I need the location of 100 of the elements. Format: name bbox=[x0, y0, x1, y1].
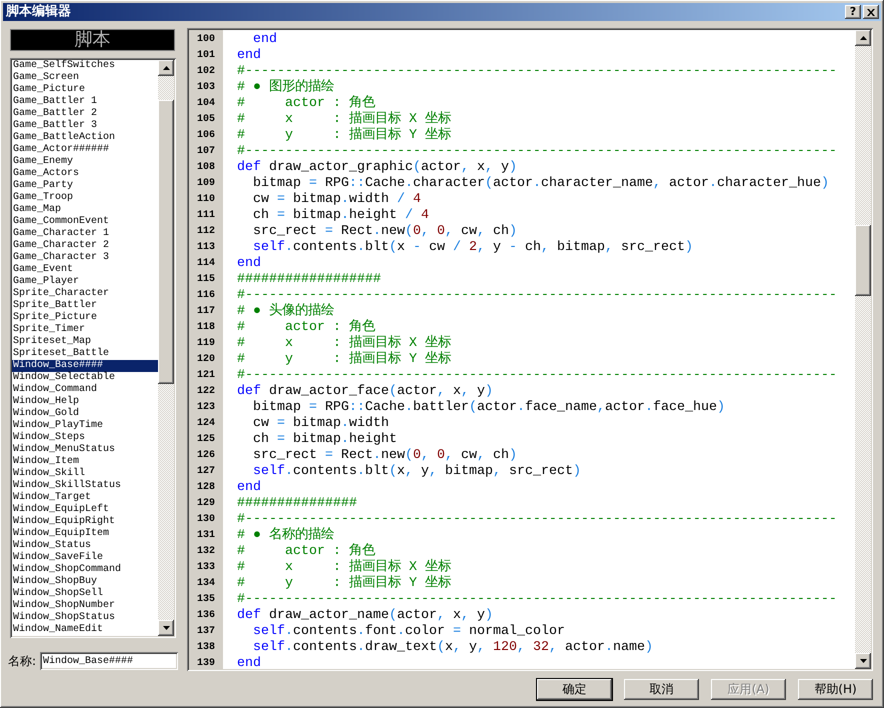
list-item[interactable]: Game_Battler 1 bbox=[12, 96, 158, 108]
list-item[interactable]: Window_SaveFile bbox=[12, 552, 158, 564]
list-item[interactable]: Sprite_Character bbox=[12, 288, 158, 300]
list-item[interactable]: Sprite_Battler bbox=[12, 300, 158, 312]
list-item[interactable]: Game_Character 3 bbox=[12, 252, 158, 264]
code-line: bitmap = RPG::Cache.character(actor.character_name, actor.character_hue) bbox=[253, 176, 829, 191]
list-item[interactable]: Window_Item bbox=[12, 456, 158, 468]
list-item[interactable]: Game_CommonEvent bbox=[12, 216, 158, 228]
code-line: # ● 名称的描绘 bbox=[237, 528, 334, 543]
list-item[interactable]: Window_PlayTime bbox=[12, 420, 158, 432]
list-item[interactable]: Window_NameEdit bbox=[12, 624, 158, 636]
script-header: 脚本 bbox=[10, 29, 175, 51]
list-item[interactable]: Window_EquipRight bbox=[12, 516, 158, 528]
name-field[interactable]: Window_Base#### bbox=[40, 652, 178, 670]
code-line: # x : 描画目标 X 坐标 bbox=[237, 112, 451, 127]
list-item[interactable]: Window_Gold bbox=[12, 408, 158, 420]
code-line: self.contents.font.color = normal_color bbox=[253, 624, 565, 639]
list-item[interactable]: Game_Event bbox=[12, 264, 158, 276]
list-item[interactable]: Game_Battler 2 bbox=[12, 108, 158, 120]
code-line: #-------------------------------------------------------------------------- bbox=[237, 144, 837, 159]
list-item[interactable]: Spriteset_Map bbox=[12, 336, 158, 348]
code-line: def draw_actor_face(actor, x, y) bbox=[237, 384, 493, 399]
dialog-button[interactable]: 帮助(H) bbox=[797, 678, 874, 701]
line-number: 115 bbox=[196, 273, 215, 287]
list-item[interactable]: Sprite_Timer bbox=[12, 324, 158, 336]
code-line: src_rect = Rect.new(0, 0, cw, ch) bbox=[253, 224, 517, 239]
list-item[interactable]: Window_SkillStatus bbox=[12, 480, 158, 492]
code-line: self.contents.draw_text(x, y, 120, 32, actor.name) bbox=[253, 640, 653, 655]
list-item[interactable]: Game_Player bbox=[12, 276, 158, 288]
list-item[interactable]: Game_Map bbox=[12, 204, 158, 216]
help-button[interactable]: ? bbox=[845, 5, 861, 19]
line-number: 110 bbox=[196, 193, 215, 207]
line-number: 103 bbox=[196, 81, 215, 95]
line-number: 105 bbox=[196, 113, 215, 127]
code-line: bitmap = RPG::Cache.battler(actor.face_name,actor.face_hue) bbox=[253, 400, 725, 415]
list-item[interactable]: Game_Party bbox=[12, 180, 158, 192]
list-item[interactable]: Game_Screen bbox=[12, 72, 158, 84]
scroll-down-button[interactable] bbox=[158, 620, 174, 636]
down-triangle-icon bbox=[162, 626, 170, 630]
list-item[interactable]: Window_Skill bbox=[12, 468, 158, 480]
scroll-up-button[interactable] bbox=[158, 60, 174, 76]
line-number: 121 bbox=[196, 369, 215, 383]
list-item[interactable]: Game_Actor###### bbox=[12, 144, 158, 156]
code-line: #-------------------------------------------------------------------------- bbox=[237, 288, 837, 303]
list-item[interactable]: Game_Troop bbox=[12, 192, 158, 204]
list-item[interactable]: Window_ShopSell bbox=[12, 588, 158, 600]
list-item[interactable]: Window_Help bbox=[12, 396, 158, 408]
list-item[interactable]: Window_Selectable bbox=[12, 372, 158, 384]
list-item[interactable]: Window_ShopNumber bbox=[12, 600, 158, 612]
list-item[interactable]: Window_Base#### bbox=[12, 360, 158, 372]
line-number: 136 bbox=[196, 609, 215, 623]
scrollbar-thumb[interactable] bbox=[158, 100, 174, 384]
list-item[interactable]: Game_Picture bbox=[12, 84, 158, 96]
code-line: end bbox=[253, 32, 277, 47]
down-triangle-icon bbox=[860, 659, 866, 663]
line-number: 113 bbox=[196, 241, 215, 255]
line-number: 132 bbox=[196, 545, 215, 559]
list-item[interactable]: Window_MenuStatus bbox=[12, 444, 158, 456]
list-item[interactable]: Game_Character 2 bbox=[12, 240, 158, 252]
list-item[interactable]: Game_Actors bbox=[12, 168, 158, 180]
code-line: # y : 描画目标 Y 坐标 bbox=[237, 128, 451, 143]
up-triangle-icon bbox=[162, 66, 170, 70]
list-item[interactable]: Sprite_Picture bbox=[12, 312, 158, 324]
line-number: 119 bbox=[196, 337, 215, 351]
line-number: 138 bbox=[196, 641, 215, 655]
code-line: # actor : 角色 bbox=[237, 320, 375, 335]
code-line: #-------------------------------------------------------------------------- bbox=[237, 592, 837, 607]
code-line: ch = bitmap.height / 4 bbox=[253, 208, 429, 223]
scroll-down-button[interactable] bbox=[855, 653, 871, 669]
dialog-button[interactable]: 取消 bbox=[623, 678, 700, 701]
list-item[interactable]: Window_ShopStatus bbox=[12, 612, 158, 624]
close-button[interactable] bbox=[863, 5, 879, 19]
list-item[interactable]: Game_Battler 3 bbox=[12, 120, 158, 132]
list-item[interactable]: Window_EquipItem bbox=[12, 528, 158, 540]
line-number: 129 bbox=[196, 497, 215, 511]
line-number: 126 bbox=[196, 449, 215, 463]
list-item[interactable]: Window_EquipLeft bbox=[12, 504, 158, 516]
code-line: end bbox=[237, 256, 261, 271]
list-item[interactable]: Window_ShopCommand bbox=[12, 564, 158, 576]
code-line: #-------------------------------------------------------------------------- bbox=[237, 64, 837, 79]
list-item[interactable]: Game_Character 1 bbox=[12, 228, 158, 240]
list-item[interactable]: Window_Target bbox=[12, 492, 158, 504]
list-item[interactable]: Window_ShopBuy bbox=[12, 576, 158, 588]
code-line: end bbox=[237, 656, 261, 669]
dialog-button[interactable]: 确定 bbox=[536, 678, 613, 701]
line-number: 114 bbox=[196, 257, 215, 271]
scrollbar-thumb[interactable] bbox=[855, 225, 871, 296]
list-item[interactable]: Game_Enemy bbox=[12, 156, 158, 168]
code-line: def draw_actor_graphic(actor, x, y) bbox=[237, 160, 517, 175]
code-line: # ● 头像的描绘 bbox=[237, 304, 334, 319]
scroll-up-button[interactable] bbox=[855, 30, 871, 46]
list-item[interactable]: Spriteset_Battle bbox=[12, 348, 158, 360]
list-item[interactable]: Game_SelfSwitches bbox=[12, 60, 158, 72]
code-line: self.contents.blt(x, y, bitmap, src_rect) bbox=[253, 464, 581, 479]
list-item[interactable]: Window_Status bbox=[12, 540, 158, 552]
list-item[interactable]: Game_BattleAction bbox=[12, 132, 158, 144]
list-item[interactable]: Window_Steps bbox=[12, 432, 158, 444]
line-number: 117 bbox=[196, 305, 215, 319]
line-number: 107 bbox=[196, 145, 215, 159]
list-item[interactable]: Window_Command bbox=[12, 384, 158, 396]
